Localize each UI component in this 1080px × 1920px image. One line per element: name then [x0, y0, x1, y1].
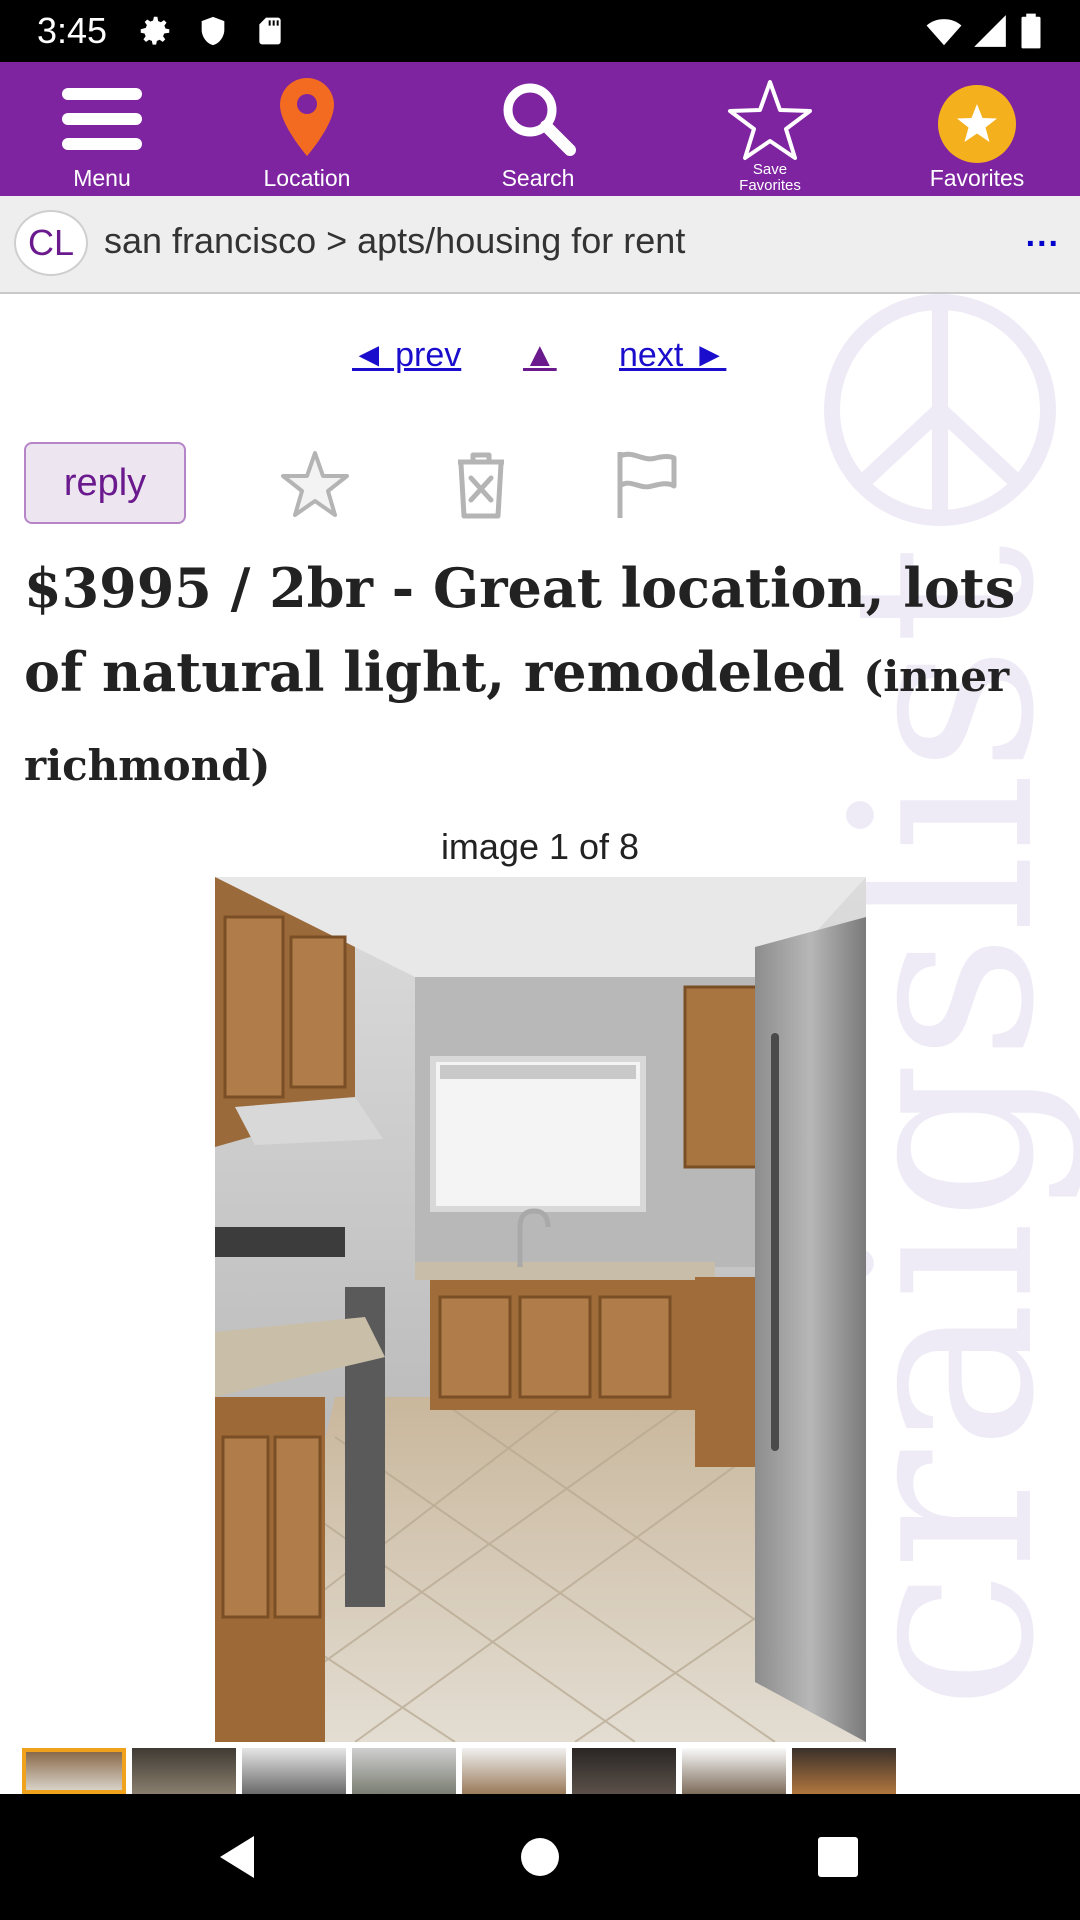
- thumbnail[interactable]: [352, 1748, 456, 1794]
- thumbnail[interactable]: [242, 1748, 346, 1794]
- location-button[interactable]: Location: [236, 62, 378, 196]
- menu-label: Menu: [73, 165, 131, 191]
- menu-button[interactable]: Menu: [32, 62, 172, 196]
- recents-icon[interactable]: [813, 1832, 863, 1882]
- flag-icon[interactable]: [610, 448, 684, 522]
- breadcrumb[interactable]: san francisco > apts/housing for rent: [104, 220, 685, 262]
- status-bar: 3:45: [0, 0, 1080, 62]
- post-navigation: ◄ prev ▲ next ►: [0, 336, 1080, 386]
- craigslist-logo[interactable]: CL: [14, 210, 88, 276]
- image-counter: image 1 of 8: [440, 826, 640, 867]
- thumbnail[interactable]: [132, 1748, 236, 1794]
- search-button[interactable]: Search: [468, 62, 608, 196]
- post-title: $3995 / 2br - Great location, lots of na…: [24, 546, 1044, 808]
- search-label: Search: [501, 165, 575, 191]
- star-filled-icon: [938, 85, 1016, 163]
- thumbnail[interactable]: [22, 1748, 126, 1794]
- thumbnail[interactable]: [682, 1748, 786, 1794]
- thumbnail[interactable]: [462, 1748, 566, 1794]
- favorites-label: Favorites: [929, 165, 1025, 191]
- up-link[interactable]: ▲: [523, 336, 557, 375]
- location-pin-icon: [280, 78, 334, 156]
- hamburger-menu-icon: [62, 88, 142, 150]
- sd-card-icon: [259, 17, 281, 45]
- thumbnail-strip: [22, 1744, 1062, 1794]
- save-favorites-button[interactable]: Save Favorites: [700, 62, 840, 196]
- top-toolbar: Menu Location Search Save Favorites Favo…: [0, 62, 1080, 196]
- reply-button[interactable]: reply: [24, 442, 186, 524]
- save-favorites-label: Save Favorites: [739, 161, 801, 194]
- signal-icon: [974, 15, 1006, 47]
- back-icon[interactable]: [214, 1832, 264, 1882]
- next-link[interactable]: next ►: [619, 336, 726, 375]
- more-options-button[interactable]: ...: [1026, 216, 1060, 255]
- prev-link[interactable]: ◄ prev: [352, 336, 461, 375]
- gear-icon: [140, 16, 170, 45]
- kitchen-photo: [215, 877, 866, 1742]
- location-label: Location: [263, 165, 351, 191]
- thumbnail[interactable]: [572, 1748, 676, 1794]
- thumbnail[interactable]: [792, 1748, 896, 1794]
- star-outline-icon: [728, 80, 812, 160]
- breadcrumb-bar: CL san francisco > apts/housing for rent…: [0, 196, 1080, 294]
- battery-icon: [1021, 13, 1041, 49]
- system-navigation-bar: [0, 1794, 1080, 1920]
- hide-trash-icon[interactable]: [444, 448, 518, 522]
- status-time: 3:45: [37, 10, 108, 51]
- shield-icon: [201, 16, 225, 46]
- magnifier-icon: [503, 83, 576, 156]
- favorite-star-icon[interactable]: [278, 448, 352, 522]
- home-icon[interactable]: [515, 1832, 565, 1882]
- wifi-icon: [926, 19, 962, 46]
- main-listing-photo[interactable]: [215, 877, 866, 1742]
- favorites-button[interactable]: Favorites: [907, 62, 1047, 196]
